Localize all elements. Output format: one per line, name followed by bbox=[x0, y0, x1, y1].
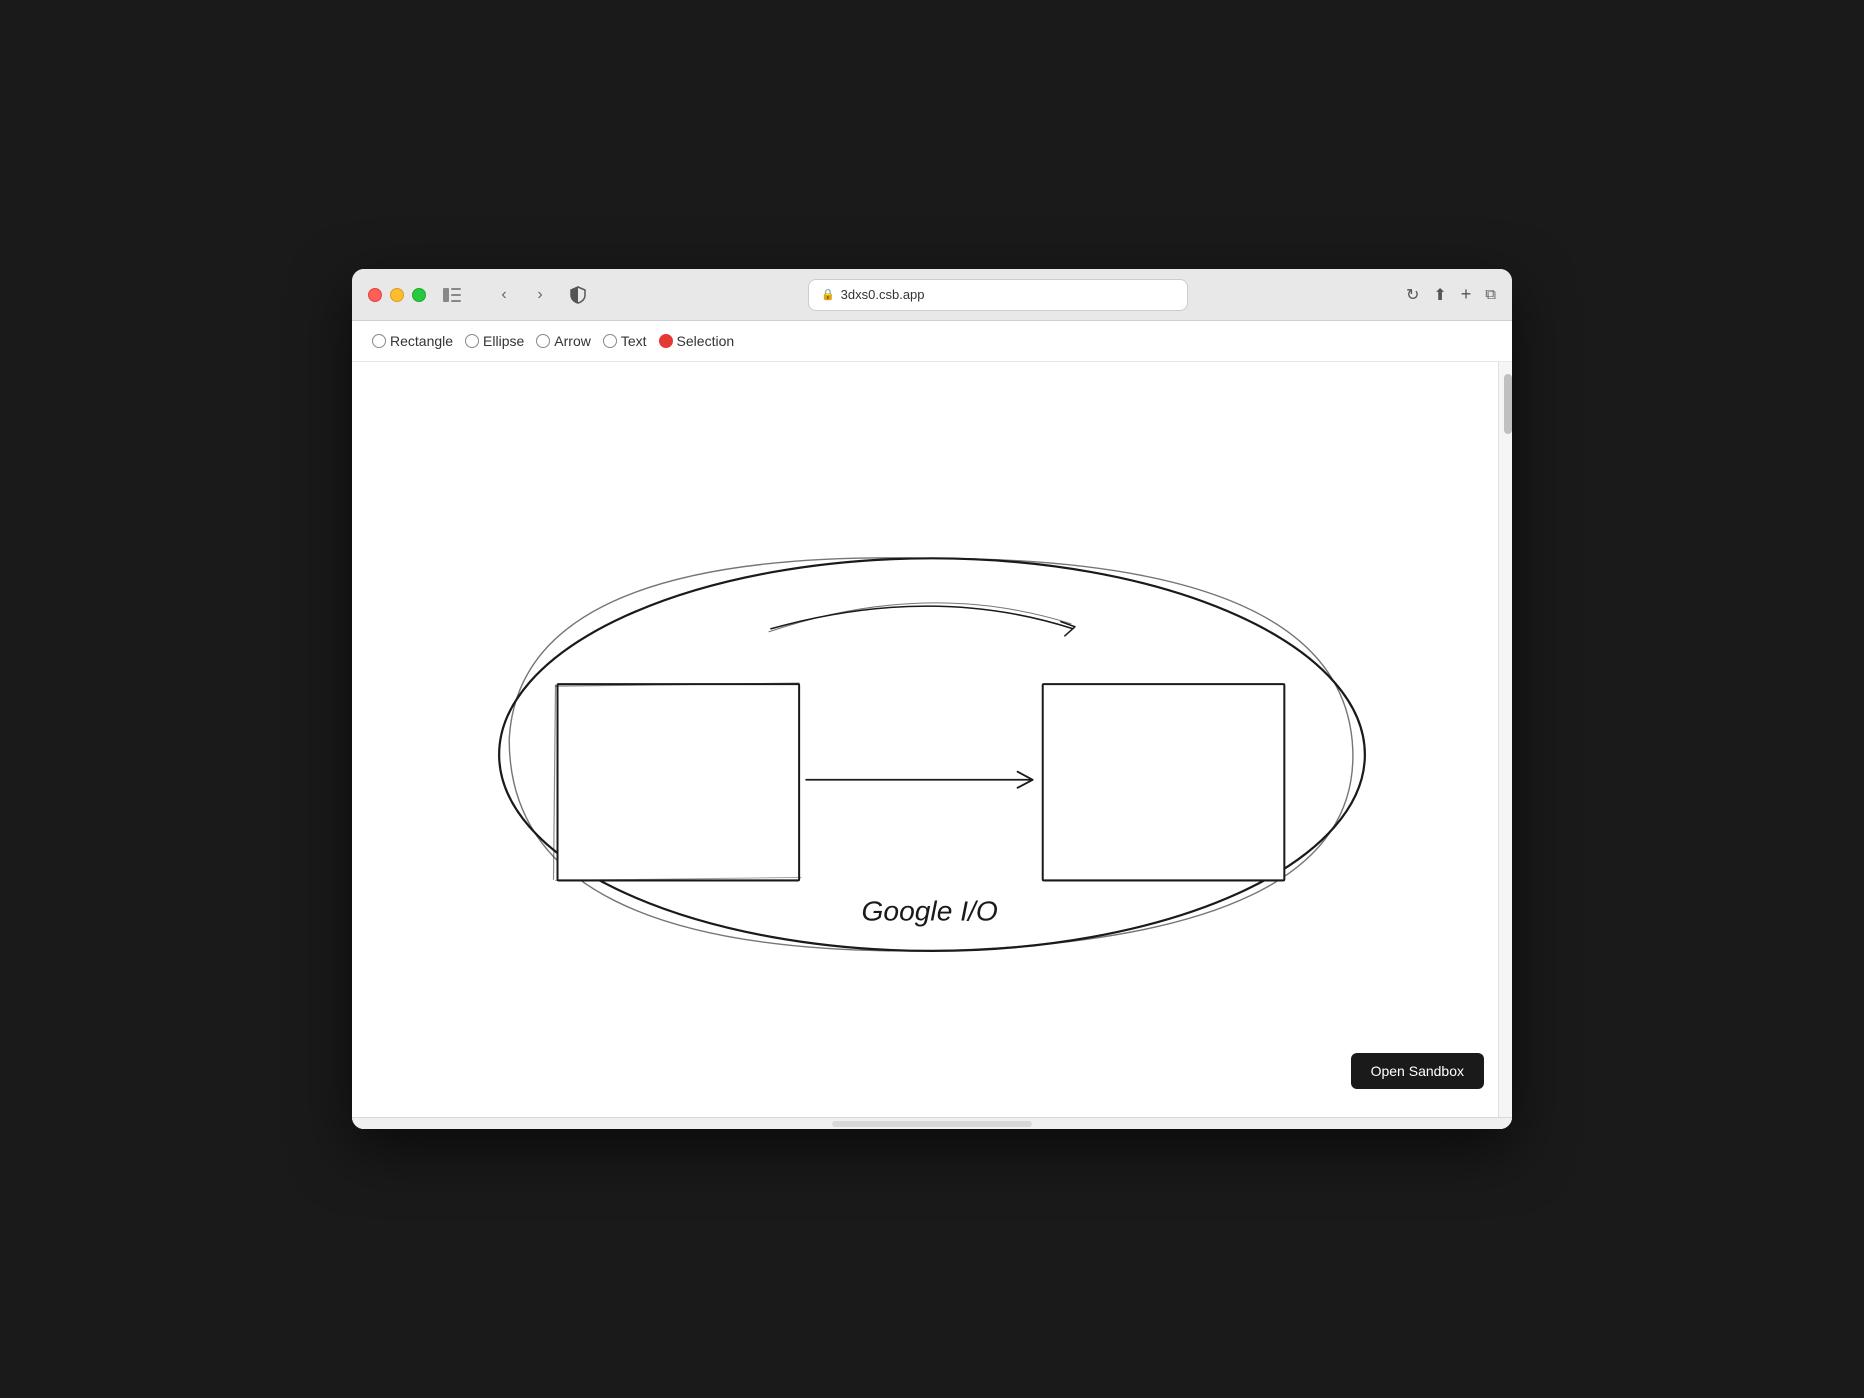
radio-ellipse[interactable] bbox=[465, 334, 479, 348]
tool-selection[interactable]: Selection bbox=[655, 331, 739, 351]
scrollbar-thumb[interactable] bbox=[1504, 374, 1512, 434]
vertical-scrollbar[interactable] bbox=[1498, 362, 1512, 1117]
tool-ellipse[interactable]: Ellipse bbox=[461, 331, 528, 351]
tool-arrow[interactable]: Arrow bbox=[532, 331, 595, 351]
lock-icon: 🔒 bbox=[821, 288, 835, 301]
minimize-button[interactable] bbox=[390, 288, 404, 302]
tool-text-label: Text bbox=[621, 333, 647, 349]
tool-selection-label: Selection bbox=[677, 333, 735, 349]
address-bar[interactable]: 🔒 3dxs0.csb.app bbox=[808, 279, 1188, 311]
close-button[interactable] bbox=[368, 288, 382, 302]
tool-rectangle-label: Rectangle bbox=[390, 333, 453, 349]
radio-arrow[interactable] bbox=[536, 334, 550, 348]
url-text: 3dxs0.csb.app bbox=[841, 287, 925, 302]
shield-icon bbox=[566, 283, 590, 307]
maximize-button[interactable] bbox=[412, 288, 426, 302]
tool-ellipse-label: Ellipse bbox=[483, 333, 524, 349]
drawing-canvas[interactable]: Google I/O bbox=[352, 362, 1512, 1117]
canvas-area[interactable]: Google I/O Open Sandbox bbox=[352, 362, 1512, 1117]
radio-selection[interactable] bbox=[659, 334, 673, 348]
diagram-text: Google I/O bbox=[862, 895, 998, 927]
tabs-icon[interactable]: ⧉ bbox=[1485, 286, 1496, 303]
browser-controls: ‹ › bbox=[490, 281, 554, 309]
browser-bottom-bar bbox=[352, 1117, 1512, 1129]
browser-content: Rectangle Ellipse Arrow Text Selection bbox=[352, 321, 1512, 1129]
radio-text[interactable] bbox=[603, 334, 617, 348]
address-bar-wrapper: 🔒 3dxs0.csb.app bbox=[602, 279, 1394, 311]
browser-actions: ↻ ⬆ + ⧉ bbox=[1406, 284, 1496, 305]
traffic-lights bbox=[368, 288, 426, 302]
browser-window: ‹ › 🔒 3dxs0.csb.app ↻ ⬆ + ⧉ bbox=[352, 269, 1512, 1129]
drawing-toolbar: Rectangle Ellipse Arrow Text Selection bbox=[352, 321, 1512, 362]
open-sandbox-button[interactable]: Open Sandbox bbox=[1351, 1053, 1484, 1089]
browser-titlebar: ‹ › 🔒 3dxs0.csb.app ↻ ⬆ + ⧉ bbox=[352, 269, 1512, 321]
tool-arrow-label: Arrow bbox=[554, 333, 591, 349]
sidebar-toggle-icon[interactable] bbox=[438, 281, 466, 309]
reload-icon[interactable]: ↻ bbox=[1406, 285, 1419, 305]
tool-text[interactable]: Text bbox=[599, 331, 651, 351]
back-button[interactable]: ‹ bbox=[490, 281, 518, 309]
share-icon[interactable]: ⬆ bbox=[1433, 285, 1446, 305]
forward-button[interactable]: › bbox=[526, 281, 554, 309]
tool-rectangle[interactable]: Rectangle bbox=[368, 331, 457, 351]
horizontal-scrollbar[interactable] bbox=[832, 1121, 1032, 1127]
new-tab-icon[interactable]: + bbox=[1461, 284, 1472, 305]
radio-rectangle[interactable] bbox=[372, 334, 386, 348]
